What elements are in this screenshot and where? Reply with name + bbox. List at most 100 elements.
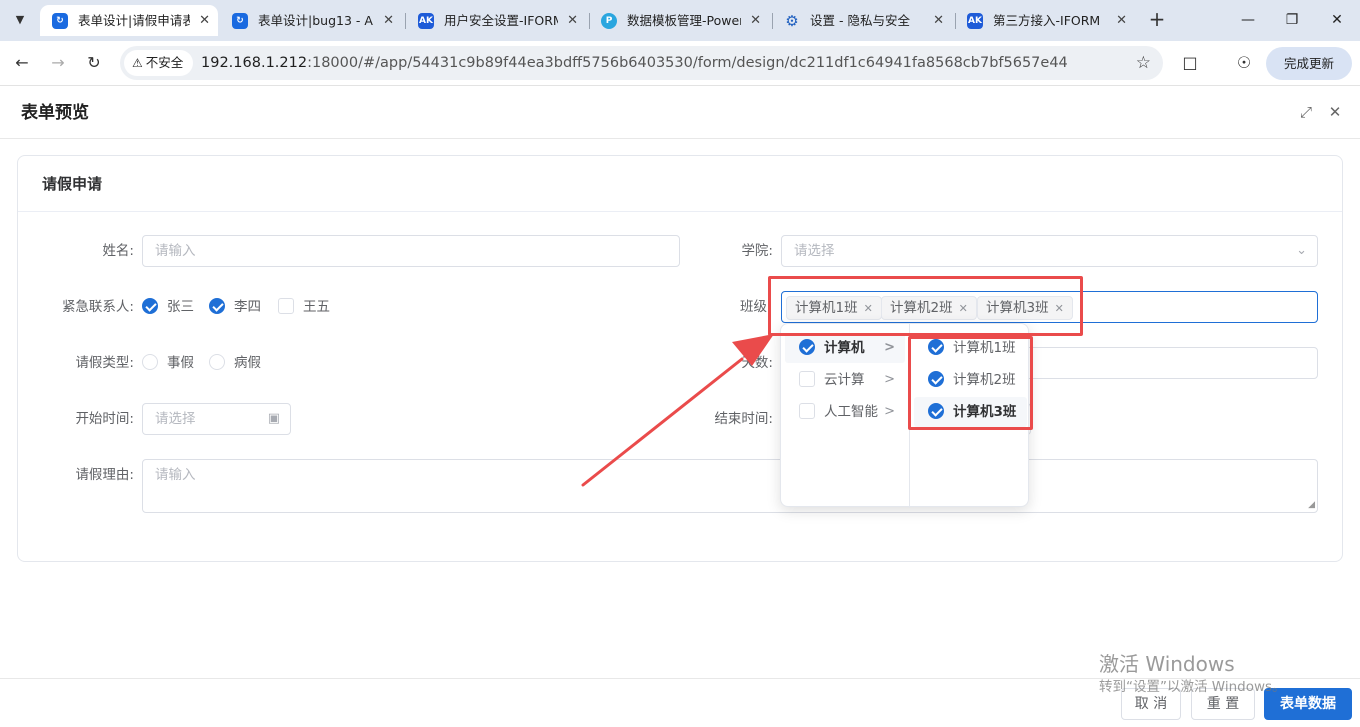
- tab-label: 表单设计|bug13 - AI: [258, 13, 374, 28]
- checkbox-unchecked[interactable]: [278, 297, 294, 314]
- dialog-title: 表单预览: [21, 103, 89, 123]
- reload-icon[interactable]: ↻: [82, 51, 106, 75]
- contact-option-zhangsan[interactable]: 张三: [142, 291, 194, 323]
- node-label: 计算机: [824, 340, 865, 356]
- annotation-highlight-tags: [768, 276, 1083, 336]
- url-path: :18000/#/app/54431c9b89f44ea3bdff5756b64…: [307, 55, 1068, 71]
- dialog-close-icon[interactable]: ✕: [1323, 100, 1347, 124]
- cascader-node-computer[interactable]: 计算机 >: [785, 333, 905, 363]
- close-icon[interactable]: ✕: [750, 5, 761, 36]
- reason-placeholder: 请输入: [155, 467, 196, 483]
- back-arrow-icon[interactable]: ←: [10, 51, 34, 75]
- tab-search-chevron-icon[interactable]: ▼: [8, 8, 32, 32]
- extensions-puzzle-icon[interactable]: □: [1178, 51, 1202, 75]
- radio-unchecked[interactable]: [209, 353, 225, 370]
- contact-label: 紧急联系人:: [61, 299, 134, 315]
- resize-grip-icon[interactable]: ◢: [1308, 501, 1315, 510]
- ak-icon: AK: [967, 13, 983, 29]
- close-icon[interactable]: ✕: [933, 5, 944, 36]
- class-label: 班级: [740, 299, 767, 315]
- tab-label: 用户安全设置-IFORM: [444, 13, 558, 28]
- calendar-icon: ▣: [267, 411, 280, 426]
- start-time-placeholder: 请选择: [155, 411, 196, 427]
- leave-type-personal[interactable]: 事假: [142, 347, 194, 379]
- contact-option-lisi[interactable]: 李四: [209, 291, 261, 323]
- cascader-node-cloud[interactable]: 云计算 >: [785, 365, 905, 395]
- ak-icon: AK: [418, 13, 434, 29]
- leave-type-sick[interactable]: 病假: [209, 347, 261, 379]
- option-label: 张三: [167, 299, 194, 315]
- tab-user-security[interactable]: AK 用户安全设置-IFORM ✕: [406, 5, 586, 36]
- cascader-node-ai[interactable]: 人工智能 >: [785, 397, 905, 427]
- college-select[interactable]: 请选择 ⌄: [781, 235, 1318, 267]
- tab-settings-privacy[interactable]: ⚙ 设置 - 隐私与安全 ✕: [772, 5, 952, 36]
- windows-activation-watermark: 激活 Windows: [1099, 652, 1235, 676]
- node-label: 人工智能: [824, 404, 878, 420]
- tab-form-design-bug13[interactable]: ↻ 表单设计|bug13 - AI ✕: [220, 5, 402, 36]
- option-label: 王五: [303, 299, 330, 315]
- leave-type-label: 请假类型:: [75, 355, 134, 371]
- forward-arrow-icon[interactable]: →: [46, 51, 70, 75]
- tab-label: 数据模板管理-Power: [627, 13, 741, 28]
- start-time-label: 开始时间:: [75, 411, 134, 427]
- window-close-icon[interactable]: ✕: [1322, 6, 1352, 34]
- checkbox-unchecked[interactable]: [799, 370, 815, 387]
- college-label: 学院:: [741, 243, 773, 259]
- name-label: 姓名:: [102, 243, 134, 259]
- days-label: 天数:: [741, 355, 773, 371]
- warning-triangle-icon: ⚠: [132, 56, 143, 70]
- update-button[interactable]: 完成更新: [1266, 47, 1352, 80]
- option-label: 事假: [167, 355, 194, 371]
- address-bar[interactable]: ⚠ 不安全 192.168.1.212:18000/#/app/54431c9b8…: [120, 46, 1163, 80]
- tab-label: 第三方接入-IFORM: [993, 13, 1101, 28]
- bookmark-star-icon[interactable]: ☆: [1136, 51, 1151, 75]
- security-chip[interactable]: ⚠ 不安全: [124, 50, 194, 76]
- security-label: 不安全: [145, 55, 184, 70]
- new-tab-plus-icon[interactable]: +: [1145, 8, 1169, 32]
- reason-label: 请假理由:: [75, 467, 134, 483]
- browser-tab-bar: ▼ ↻ 表单设计|请假申请表 ✕ ↻ 表单设计|bug13 - AI ✕ AK …: [0, 0, 1360, 41]
- node-label: 云计算: [824, 372, 865, 388]
- chevron-down-icon: ⌄: [1296, 243, 1307, 258]
- tab-form-design-leave[interactable]: ↻ 表单设计|请假申请表 ✕: [40, 5, 218, 36]
- radio-unchecked[interactable]: [142, 353, 158, 370]
- profile-avatar-icon[interactable]: ☉: [1232, 51, 1256, 75]
- url-host: 192.168.1.212: [201, 55, 308, 71]
- option-label: 病假: [234, 355, 261, 371]
- chevron-right-icon: >: [884, 404, 895, 419]
- annotation-highlight-options: [908, 336, 1033, 430]
- url-text[interactable]: 192.168.1.212:18000/#/app/54431c9b89f44e…: [201, 46, 1068, 80]
- dialog-header: 表单预览 ⤢ ✕: [0, 87, 1360, 139]
- gear-icon: ⚙: [785, 12, 799, 30]
- chevron-right-icon: >: [884, 340, 895, 355]
- minimize-icon[interactable]: —: [1233, 6, 1263, 34]
- start-time-picker[interactable]: 请选择 ▣: [142, 403, 291, 435]
- checkbox-unchecked[interactable]: [799, 402, 815, 419]
- reason-textarea[interactable]: 请输入 ◢: [142, 459, 1318, 513]
- close-icon[interactable]: ✕: [383, 5, 394, 36]
- chevron-right-icon: >: [884, 372, 895, 387]
- tab-data-template[interactable]: P 数据模板管理-Power ✕: [589, 5, 769, 36]
- close-icon[interactable]: ✕: [199, 5, 210, 36]
- browser-toolbar: ← → ↻ ⚠ 不安全 192.168.1.212:18000/#/app/544…: [0, 41, 1360, 86]
- checkbox-checked[interactable]: [209, 297, 225, 314]
- checkbox-checked[interactable]: [799, 338, 815, 355]
- windows-activation-hint: 转到“设置”以激活 Windows。: [1099, 679, 1286, 695]
- tab-third-party[interactable]: AK 第三方接入-IFORM ✕: [955, 5, 1135, 36]
- college-placeholder: 请选择: [794, 243, 835, 259]
- close-icon[interactable]: ✕: [567, 5, 578, 36]
- collapse-fullscreen-icon[interactable]: ⤢: [1294, 100, 1318, 124]
- flow-icon: ↻: [52, 13, 68, 29]
- tab-label: 表单设计|请假申请表: [78, 13, 190, 28]
- option-label: 李四: [234, 299, 261, 315]
- tab-label: 设置 - 隐私与安全: [810, 13, 910, 28]
- close-icon[interactable]: ✕: [1116, 5, 1127, 36]
- power-icon: P: [601, 13, 617, 29]
- restore-icon[interactable]: ❐: [1277, 6, 1307, 34]
- flow-icon: ↻: [232, 13, 248, 29]
- end-time-label: 结束时间:: [714, 411, 773, 427]
- form-title: 请假申请: [18, 156, 1342, 212]
- contact-option-wangwu[interactable]: 王五: [278, 291, 330, 323]
- checkbox-checked[interactable]: [142, 297, 158, 314]
- name-input[interactable]: 请输入: [142, 235, 680, 267]
